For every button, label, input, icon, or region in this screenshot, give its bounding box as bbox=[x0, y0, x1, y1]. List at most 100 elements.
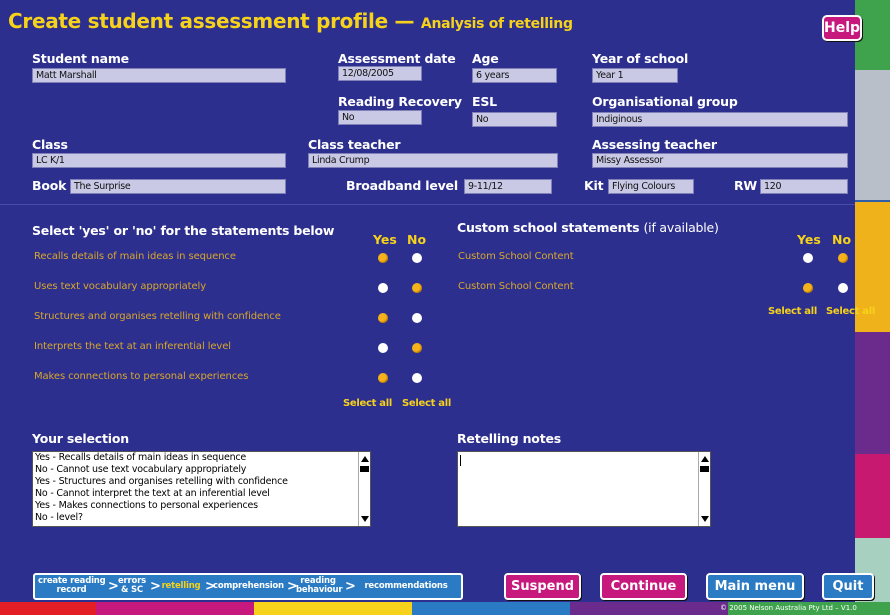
year-of-school-label: Year of school bbox=[592, 51, 689, 66]
color-strip-purple bbox=[855, 332, 890, 454]
statement-text: Uses text vocabulary appropriately bbox=[34, 281, 207, 292]
custom-1-yes-radio[interactable] bbox=[803, 253, 813, 263]
statement-2-yes-radio[interactable] bbox=[378, 283, 388, 293]
custom-2-no-radio[interactable] bbox=[838, 283, 848, 293]
custom-select-all-no-button[interactable]: Select all bbox=[826, 306, 875, 317]
age-label: Age bbox=[472, 51, 499, 66]
scroll-up-icon[interactable] bbox=[361, 456, 369, 462]
statement-5-yes-radio[interactable] bbox=[378, 373, 388, 383]
page-title-main: Create student assessment profile bbox=[8, 9, 388, 33]
workflow-nav: create reading record > errors & SC > re… bbox=[33, 573, 463, 600]
bottom-bar-yellow bbox=[254, 602, 412, 615]
quit-button[interactable]: Quit bbox=[822, 573, 874, 600]
selection-scrollbar[interactable] bbox=[358, 452, 370, 526]
custom-2-yes-radio[interactable] bbox=[803, 283, 813, 293]
text-caret bbox=[460, 455, 461, 466]
scroll-thumb[interactable] bbox=[360, 466, 369, 472]
bottom-bar-blue bbox=[412, 602, 570, 615]
broadband-level-label: Broadband level bbox=[346, 178, 458, 193]
retelling-notes-heading: Retelling notes bbox=[457, 431, 561, 446]
year-of-school-field[interactable]: Year 1 bbox=[592, 68, 678, 83]
section-divider bbox=[0, 204, 855, 205]
statements-heading: Select 'yes' or 'no' for the statements … bbox=[32, 223, 335, 238]
nav-recommendations[interactable]: recommendations bbox=[353, 575, 459, 598]
assessment-date-field[interactable]: 12/08/2005 bbox=[338, 66, 422, 81]
statement-2-no-radio[interactable] bbox=[412, 283, 422, 293]
statement-4-no-radio[interactable] bbox=[412, 343, 422, 353]
class-teacher-label: Class teacher bbox=[308, 137, 401, 152]
help-button[interactable]: Help bbox=[822, 15, 862, 41]
esl-label: ESL bbox=[472, 94, 497, 109]
statement-1-yes-radio[interactable] bbox=[378, 253, 388, 263]
app-window: Create student assessment profile — Anal… bbox=[0, 0, 890, 615]
selection-line: No - level? bbox=[35, 512, 83, 523]
scroll-thumb[interactable] bbox=[700, 466, 709, 472]
age-field[interactable]: 6 years bbox=[472, 68, 557, 83]
color-strip-pink bbox=[855, 454, 890, 538]
statements-yes-header: Yes bbox=[373, 232, 397, 247]
bottom-bar-purple bbox=[570, 602, 728, 615]
bottom-bar-pink bbox=[96, 602, 254, 615]
book-field[interactable]: The Surprise bbox=[70, 179, 286, 194]
scroll-down-icon[interactable] bbox=[361, 516, 369, 522]
scroll-down-icon[interactable] bbox=[701, 516, 709, 522]
statement-5-no-radio[interactable] bbox=[412, 373, 422, 383]
statement-text: Structures and organises retelling with … bbox=[34, 311, 281, 322]
statement-3-no-radio[interactable] bbox=[412, 313, 422, 323]
statement-text: Interprets the text at an inferential le… bbox=[34, 341, 231, 352]
kit-label: Kit bbox=[584, 178, 604, 193]
page-title-dash: — bbox=[387, 9, 421, 33]
page-title: Create student assessment profile — Anal… bbox=[8, 9, 573, 33]
custom-no-header: No bbox=[832, 232, 852, 247]
your-selection-heading: Your selection bbox=[32, 431, 129, 446]
bottom-bar-red bbox=[0, 602, 96, 615]
statement-3-yes-radio[interactable] bbox=[378, 313, 388, 323]
assessment-date-label: Assessment date bbox=[338, 51, 456, 66]
statements-no-header: No bbox=[407, 232, 427, 247]
custom-statement-text: Custom School Content bbox=[458, 281, 574, 292]
student-name-field[interactable]: Matt Marshall bbox=[32, 68, 286, 83]
select-all-yes-button[interactable]: Select all bbox=[343, 398, 392, 409]
organisational-group-label: Organisational group bbox=[592, 94, 738, 109]
your-selection-list[interactable]: Yes - Recalls details of main ideas in s… bbox=[32, 451, 371, 527]
selection-line: Yes - Structures and organises retelling… bbox=[35, 476, 288, 487]
selection-line: No - Cannot use text vocabulary appropri… bbox=[35, 464, 247, 475]
assessing-teacher-field[interactable]: Missy Assessor bbox=[592, 153, 848, 168]
nav-reading-behaviour[interactable]: reading behaviour bbox=[296, 575, 343, 598]
nav-label-line: behaviour bbox=[296, 585, 343, 595]
selection-line: Yes - Makes connections to personal expe… bbox=[35, 500, 258, 511]
custom-select-all-yes-button[interactable]: Select all bbox=[768, 306, 817, 317]
custom-1-no-radio[interactable] bbox=[838, 253, 848, 263]
esl-field[interactable]: No bbox=[472, 112, 557, 127]
notes-scrollbar[interactable] bbox=[698, 452, 710, 526]
custom-statements-note: (if available) bbox=[643, 220, 719, 235]
statement-4-yes-radio[interactable] bbox=[378, 343, 388, 353]
kit-field[interactable]: Flying Colours bbox=[608, 179, 694, 194]
reading-recovery-field[interactable]: No bbox=[338, 110, 422, 125]
retelling-notes-textarea[interactable] bbox=[457, 451, 711, 527]
nav-retelling[interactable]: retelling bbox=[159, 575, 203, 598]
class-teacher-field[interactable]: Linda Crump bbox=[308, 153, 558, 168]
scroll-up-icon[interactable] bbox=[701, 456, 709, 462]
class-label: Class bbox=[32, 137, 68, 152]
student-name-label: Student name bbox=[32, 51, 129, 66]
nav-errors-sc[interactable]: errors & SC bbox=[117, 575, 147, 598]
custom-statements-heading: Custom school statements (if available) bbox=[457, 220, 719, 235]
statement-text: Makes connections to personal experience… bbox=[34, 371, 249, 382]
nav-comprehension[interactable]: comprehension bbox=[213, 575, 284, 598]
class-field[interactable]: LC K/1 bbox=[32, 153, 286, 168]
rw-label: RW bbox=[734, 178, 758, 193]
continue-button[interactable]: Continue bbox=[600, 573, 687, 600]
broadband-level-field[interactable]: 9-11/12 bbox=[464, 179, 552, 194]
nav-create-reading-record[interactable]: create reading record bbox=[38, 575, 106, 598]
custom-statement-text: Custom School Content bbox=[458, 251, 574, 262]
main-menu-button[interactable]: Main menu bbox=[706, 573, 804, 600]
copyright-text: © 2005 Nelson Australia Pty Ltd – V1.0 bbox=[720, 604, 857, 612]
suspend-button[interactable]: Suspend bbox=[504, 573, 581, 600]
color-strip-grey bbox=[855, 70, 890, 200]
selection-line: Yes - Recalls details of main ideas in s… bbox=[35, 452, 247, 463]
rw-field[interactable]: 120 bbox=[760, 179, 848, 194]
organisational-group-field[interactable]: Indiginous bbox=[592, 112, 848, 127]
select-all-no-button[interactable]: Select all bbox=[402, 398, 451, 409]
statement-1-no-radio[interactable] bbox=[412, 253, 422, 263]
